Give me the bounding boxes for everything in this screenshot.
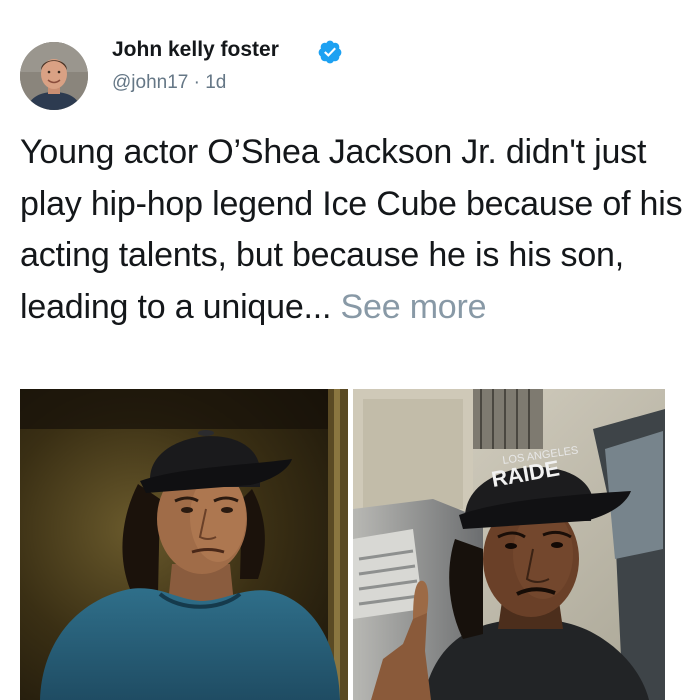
author-avatar[interactable] — [20, 42, 88, 110]
profile-photo-icon — [20, 42, 88, 110]
author-handle[interactable]: @john17 — [112, 72, 188, 94]
media-image-left[interactable] — [20, 389, 348, 700]
author-name[interactable]: John kelly foster — [112, 38, 279, 62]
verified-badge-icon — [317, 39, 343, 65]
tweet-text: Young actor O’Shea Jackson Jr. didn't ju… — [20, 127, 685, 333]
tweet-media: LOS ANGELES RAIDE — [20, 389, 665, 700]
tweet-timestamp[interactable]: 1d — [205, 72, 226, 94]
tweet-meta: @john17 · 1d — [112, 72, 226, 94]
see-more-link[interactable]: See more — [341, 288, 487, 326]
media-image-right[interactable]: LOS ANGELES RAIDE — [353, 389, 665, 700]
ice-cube-photo-icon: LOS ANGELES RAIDE — [353, 389, 665, 700]
young-actor-photo-icon — [20, 389, 348, 700]
meta-separator: · — [193, 72, 200, 93]
tweet-card: John kelly foster @john17 · 1d Young act… — [0, 0, 700, 700]
